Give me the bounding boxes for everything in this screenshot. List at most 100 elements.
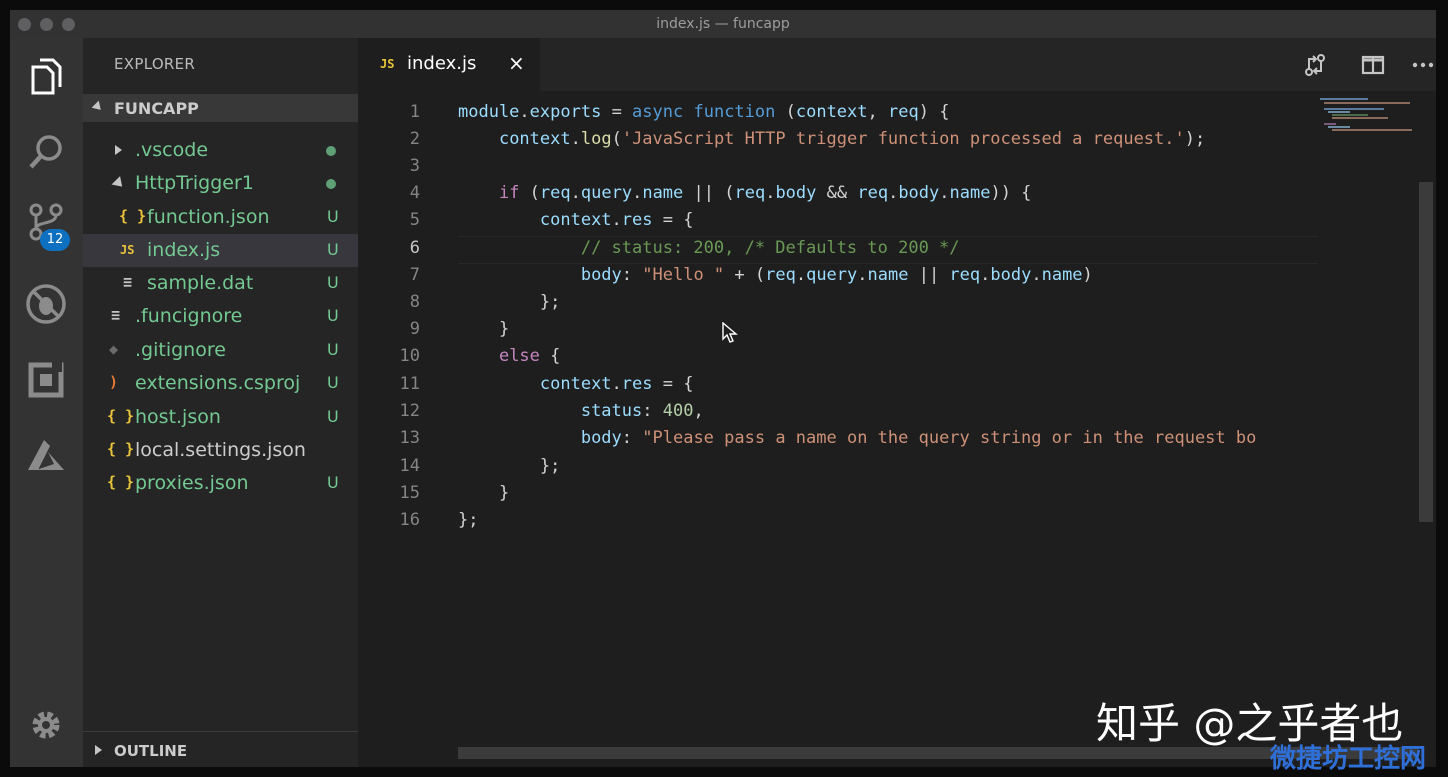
split-editor-icon[interactable] xyxy=(1360,53,1386,77)
tree-item-sample-dat[interactable]: ≡ sample.dat U xyxy=(83,267,358,300)
vscode-window: index.js — funcapp 12 EXPLORER FUNCAPP .… xyxy=(10,10,1436,767)
code-line: 11 context.res = { xyxy=(358,374,1318,401)
files-icon[interactable] xyxy=(22,52,70,100)
modified-dot-icon xyxy=(326,146,336,156)
modified-dot-icon xyxy=(326,179,336,189)
code-line: 3 xyxy=(358,156,1318,183)
code-line: 1 module.exports = async function (contex… xyxy=(358,102,1318,129)
code-text: }; xyxy=(458,456,561,476)
code-line-active: 6 // status: 200, /* Defaults to 200 */ xyxy=(358,236,1318,265)
tree-item-extensions-csproj[interactable]: ) extensions.csproj U xyxy=(83,367,358,400)
code-editor[interactable]: 1 module.exports = async function (contex… xyxy=(358,100,1318,660)
tree-item-label: .funcignore xyxy=(135,305,243,327)
more-actions-icon[interactable] xyxy=(1410,53,1436,77)
tree-item-httptrigger1[interactable]: HttpTrigger1 xyxy=(83,167,358,200)
vertical-scrollbar[interactable] xyxy=(1419,182,1433,522)
tree-item-host-json[interactable]: { } host.json U xyxy=(83,401,358,434)
tab-label: index.js xyxy=(407,53,477,74)
line-number: 14 xyxy=(399,456,420,476)
debug-icon[interactable] xyxy=(22,280,70,328)
folder-header[interactable]: FUNCAPP xyxy=(83,94,358,122)
rss-icon: ) xyxy=(109,373,119,391)
gear-icon[interactable] xyxy=(22,701,70,749)
tree-item-local-settings-json[interactable]: { } local.settings.json xyxy=(83,434,358,467)
line-number: 9 xyxy=(409,319,420,339)
json-file-icon: { } xyxy=(119,207,147,225)
line-number: 5 xyxy=(409,210,420,230)
untracked-status: U xyxy=(327,373,339,392)
explorer-title: EXPLORER xyxy=(114,55,196,73)
tree-item-gitignore[interactable]: ◆ .gitignore U xyxy=(83,334,358,367)
code-line: 5 context.res = { xyxy=(358,210,1318,237)
git-icon: ◆ xyxy=(109,340,119,358)
tab-bar: JS index.js × xyxy=(358,38,1436,91)
minimap[interactable] xyxy=(1320,96,1416,136)
code-text: }; xyxy=(458,292,561,312)
chevron-right-icon xyxy=(95,745,102,755)
code-line: 15 } xyxy=(358,483,1318,510)
code-line: 14 }; xyxy=(358,456,1318,483)
js-file-icon: JS xyxy=(380,57,395,71)
lines-icon: ≡ xyxy=(123,273,133,291)
line-number: 6 xyxy=(409,238,420,258)
tree-item-label: local.settings.json xyxy=(135,439,306,461)
tab-index-js[interactable]: JS index.js × xyxy=(358,38,540,91)
extensions-icon[interactable] xyxy=(22,356,70,404)
tree-item-label: extensions.csproj xyxy=(135,372,301,394)
code-text: if (req.query.name || (req.body && req.b… xyxy=(498,183,1032,203)
search-icon[interactable] xyxy=(22,128,70,176)
line-number: 3 xyxy=(409,156,420,176)
tree-item-index-js[interactable]: JS index.js U xyxy=(83,234,358,267)
untracked-status: U xyxy=(327,240,339,259)
tree-item-label: sample.dat xyxy=(147,272,254,294)
close-icon[interactable]: × xyxy=(508,51,525,75)
tree-item-proxies-json[interactable]: { } proxies.json U xyxy=(83,467,358,500)
code-text: context.res = { xyxy=(539,210,694,230)
code-line: 13 body: "Please pass a name on the quer… xyxy=(358,428,1318,455)
line-number: 12 xyxy=(399,401,420,421)
code-text: module.exports = async function (context… xyxy=(458,102,950,122)
explorer-sidebar: EXPLORER FUNCAPP .vscode HttpTrigger1 { … xyxy=(83,38,358,767)
watermark-site: 微捷坊工控网 xyxy=(1270,744,1427,774)
code-text: status: 400, xyxy=(580,401,704,421)
untracked-status: U xyxy=(327,207,339,226)
code-text: }; xyxy=(458,510,479,530)
untracked-status: U xyxy=(327,473,339,492)
title-bar: index.js — funcapp xyxy=(10,10,1436,38)
tree-item-label: function.json xyxy=(147,206,270,228)
folder-name: FUNCAPP xyxy=(114,99,199,118)
line-number: 2 xyxy=(409,129,420,149)
code-text: context.res = { xyxy=(539,374,694,394)
line-number: 1 xyxy=(409,102,420,122)
source-control-badge: 12 xyxy=(40,229,70,251)
json-file-icon: { } xyxy=(107,440,135,458)
untracked-status: U xyxy=(327,273,339,292)
azure-icon[interactable] xyxy=(22,432,70,480)
window-title: index.js — funcapp xyxy=(656,16,790,32)
code-line: 9 } xyxy=(358,319,1318,346)
js-file-icon: JS xyxy=(120,243,135,257)
line-number: 8 xyxy=(409,292,420,312)
json-file-icon: { } xyxy=(107,407,135,425)
line-number: 16 xyxy=(399,510,420,530)
tree-item-label: .vscode xyxy=(135,139,209,161)
line-number: 11 xyxy=(399,374,420,394)
code-text: context.log('JavaScript HTTP trigger fun… xyxy=(498,129,1206,149)
tree-item-funcignore[interactable]: ≡ .funcignore U xyxy=(83,300,358,333)
code-line: 16}; xyxy=(358,510,1318,537)
line-number: 10 xyxy=(399,346,420,366)
code-text: } xyxy=(458,483,510,503)
compare-changes-icon[interactable] xyxy=(1302,53,1328,77)
chevron-down-icon xyxy=(91,100,105,114)
tree-item-label: .gitignore xyxy=(135,339,226,361)
code-line: 12 status: 400, xyxy=(358,401,1318,428)
code-text: } xyxy=(458,319,510,339)
line-number: 4 xyxy=(409,183,420,203)
line-number: 7 xyxy=(409,265,420,285)
code-text: else { xyxy=(498,346,561,366)
tree-item-vscode[interactable]: .vscode xyxy=(83,134,358,167)
tree-item-function-json[interactable]: { } function.json U xyxy=(83,201,358,234)
outline-section-header[interactable]: OUTLINE xyxy=(83,731,358,767)
editor-area: JS index.js × 1 module.exports = async fu… xyxy=(358,38,1436,767)
code-line: 2 context.log('JavaScript HTTP trigger f… xyxy=(358,129,1318,156)
